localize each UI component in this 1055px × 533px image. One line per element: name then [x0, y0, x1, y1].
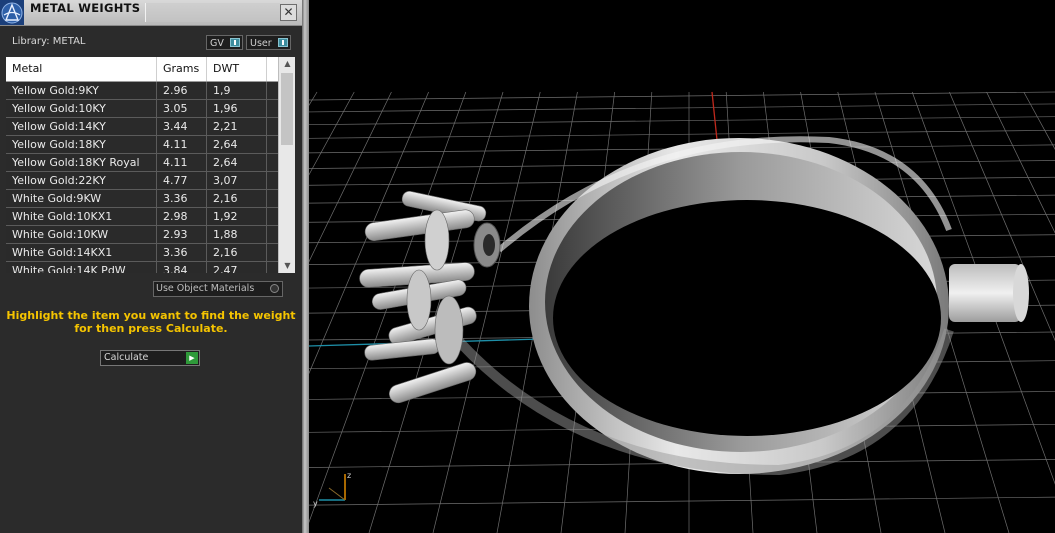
calculate-button[interactable]: Calculate ▶ — [100, 350, 200, 366]
metal-name-cell: White Gold:14KX1 — [6, 244, 157, 261]
title-drag-area[interactable] — [145, 3, 280, 22]
viewport-canvas: z y — [309, 91, 1055, 533]
extra-cell — [267, 136, 278, 153]
table-row[interactable]: White Gold:14KX1 3.36 2,16 — [6, 244, 278, 262]
dwt-cell: 2,47 — [207, 262, 267, 273]
dwt-cell: 2,16 — [207, 244, 267, 261]
radio-icon — [270, 284, 279, 293]
dwt-cell: 2,64 — [207, 136, 267, 153]
extra-cell — [267, 190, 278, 207]
table-row[interactable]: White Gold:10KW 2.93 1,88 — [6, 226, 278, 244]
scroll-thumb[interactable] — [281, 73, 293, 145]
grams-cell: 4.11 — [157, 136, 207, 153]
instruction-line-1: Highlight the item you want to find the … — [6, 309, 296, 322]
grams-cell: 3.36 — [157, 190, 207, 207]
grams-cell: 2.93 — [157, 226, 207, 243]
grams-cell: 2.98 — [157, 208, 207, 225]
extra-cell — [267, 118, 278, 135]
user-toggle-label: User — [250, 38, 272, 49]
scroll-down-icon[interactable]: ▼ — [279, 259, 295, 273]
metal-table: Metal Grams DWT Yellow Gold:9KY 2.96 1,9 Ye… — [6, 57, 295, 273]
extra-cell — [267, 244, 278, 261]
extra-cell — [267, 82, 278, 99]
table-body: Yellow Gold:9KY 2.96 1,9 Yellow Gold:10KY 3.… — [6, 82, 278, 273]
table-row[interactable]: Yellow Gold:9KY 2.96 1,9 — [6, 82, 278, 100]
table-scrollbar[interactable]: ▲ ▼ — [278, 57, 295, 273]
use-object-materials-option[interactable]: Use Object Materials — [153, 281, 283, 297]
scroll-up-icon[interactable]: ▲ — [279, 57, 295, 71]
dwt-cell: 1,92 — [207, 208, 267, 225]
panel-splitter[interactable] — [302, 0, 309, 533]
extra-cell — [267, 100, 278, 117]
gv-toggle[interactable]: GV — [206, 35, 243, 50]
shank-cylinder — [949, 264, 1029, 322]
table-row[interactable]: White Gold:9KW 3.36 2,16 — [6, 190, 278, 208]
play-icon: ▶ — [186, 352, 198, 364]
grams-cell: 3.84 — [157, 262, 207, 273]
metal-name-cell: Yellow Gold:14KY — [6, 118, 157, 135]
table-row[interactable]: Yellow Gold:18KY Royal 4.11 2,64 — [6, 154, 278, 172]
axis-label-z: z — [347, 471, 351, 480]
dwt-cell: 1,96 — [207, 100, 267, 117]
table-row[interactable]: White Gold:10KX1 2.98 1,92 — [6, 208, 278, 226]
table-header: Metal Grams DWT — [6, 57, 278, 82]
column-header-extra — [267, 57, 278, 81]
grams-cell: 3.05 — [157, 100, 207, 117]
toggle-switch-icon — [230, 38, 240, 47]
metal-weights-panel: METAL WEIGHTS ✕ Library: METAL GV User M… — [0, 0, 302, 533]
metal-name-cell: White Gold:10KW — [6, 226, 157, 243]
use-object-materials-label: Use Object Materials — [156, 283, 255, 294]
metal-name-cell: Yellow Gold:18KY Royal — [6, 154, 157, 171]
extra-cell — [267, 262, 278, 273]
dwt-cell: 1,9 — [207, 82, 267, 99]
close-button[interactable]: ✕ — [280, 4, 297, 21]
user-toggle[interactable]: User — [246, 35, 291, 50]
dwt-cell: 2,21 — [207, 118, 267, 135]
metal-name-cell: Yellow Gold:9KY — [6, 82, 157, 99]
table-row[interactable]: White Gold:14K PdW 3.84 2,47 — [6, 262, 278, 273]
dwt-cell: 2,16 — [207, 190, 267, 207]
column-header-grams[interactable]: Grams — [157, 57, 207, 81]
table-row[interactable]: Yellow Gold:10KY 3.05 1,96 — [6, 100, 278, 118]
extra-cell — [267, 172, 278, 189]
app-logo-icon — [0, 0, 24, 25]
axis-gizmo: z y — [313, 471, 351, 508]
panel-title: METAL WEIGHTS — [30, 1, 141, 15]
grams-cell: 4.11 — [157, 154, 207, 171]
panel-titlebar[interactable]: METAL WEIGHTS ✕ — [0, 0, 302, 26]
extra-cell — [267, 226, 278, 243]
metal-name-cell: Yellow Gold:10KY — [6, 100, 157, 117]
table-row[interactable]: Yellow Gold:18KY 4.11 2,64 — [6, 136, 278, 154]
instruction-line-2: for then press Calculate. — [74, 322, 228, 335]
calculate-label: Calculate — [104, 352, 149, 363]
ring-model — [359, 136, 954, 476]
extra-cell — [267, 208, 278, 225]
axis-label-y: y — [313, 499, 318, 508]
grams-cell: 3.36 — [157, 244, 207, 261]
extra-cell — [267, 154, 278, 171]
grams-cell: 3.44 — [157, 118, 207, 135]
table-row[interactable]: Yellow Gold:14KY 3.44 2,21 — [6, 118, 278, 136]
metal-name-cell: White Gold:14K PdW — [6, 262, 157, 273]
library-label: Library: METAL — [12, 36, 86, 47]
metal-name-cell: White Gold:10KX1 — [6, 208, 157, 225]
dwt-cell: 2,64 — [207, 154, 267, 171]
3d-viewport[interactable]: z y — [309, 0, 1055, 533]
toggle-switch-icon — [278, 38, 288, 47]
dwt-cell: 1,88 — [207, 226, 267, 243]
column-header-metal[interactable]: Metal — [6, 57, 157, 81]
metal-name-cell: Yellow Gold:22KY — [6, 172, 157, 189]
grams-cell: 2.96 — [157, 82, 207, 99]
instruction-text: Highlight the item you want to find the … — [0, 309, 302, 335]
metal-name-cell: White Gold:9KW — [6, 190, 157, 207]
dwt-cell: 3,07 — [207, 172, 267, 189]
metal-name-cell: Yellow Gold:18KY — [6, 136, 157, 153]
gv-toggle-label: GV — [210, 38, 224, 49]
column-header-dwt[interactable]: DWT — [207, 57, 267, 81]
table-row[interactable]: Yellow Gold:22KY 4.77 3,07 — [6, 172, 278, 190]
grams-cell: 4.77 — [157, 172, 207, 189]
